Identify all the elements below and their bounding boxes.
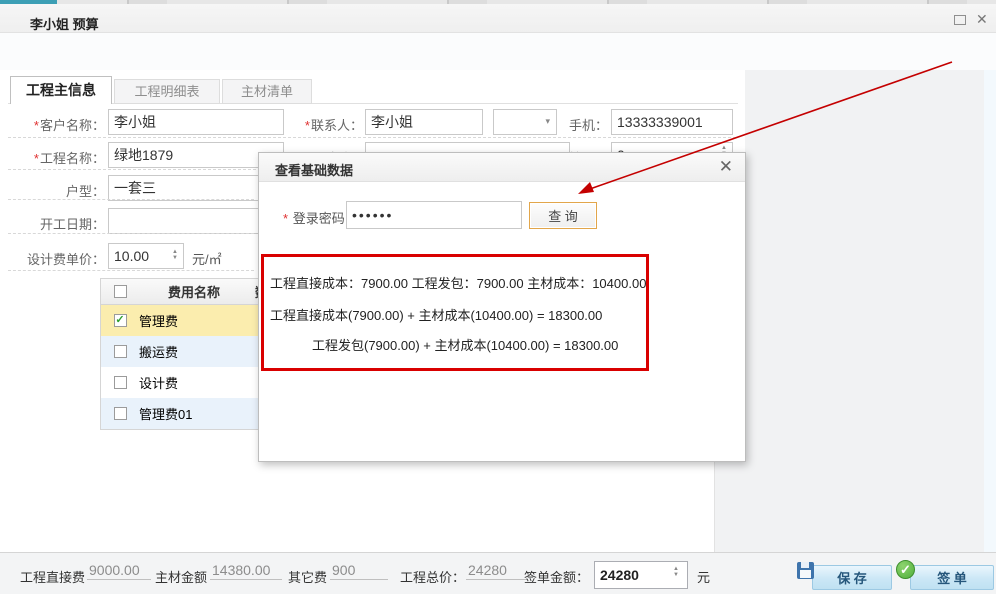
other-fee-value: 900 [330,562,388,580]
customer-name-input[interactable] [108,109,284,135]
row-divider [8,233,254,234]
material-amount-value: 14380.00 [210,562,282,580]
query-button[interactable]: 查 询 [529,202,597,229]
view-base-data-dialog: 查看基础数据 ✕ * 登录密码 查 询 工程直接成本：7900.00 工程发包：… [258,152,746,462]
total-price-value: 24280 [466,562,528,580]
header-checkbox-cell [101,285,139,298]
spin-down-icon[interactable]: ▼ [172,255,178,261]
tab-project-main-info[interactable]: 工程主信息 [10,76,112,104]
required-mark: * [34,151,39,166]
required-mark: * [34,118,39,133]
sign-check-icon: ✓ [896,560,915,579]
design-fee-spinner[interactable]: ▲▼ [169,249,181,261]
cost-summary-line: 工程直接成本：7900.00 工程发包：7900.00 主材成本：10400.0… [270,273,646,292]
right-edge-strip [984,70,996,552]
sign-button[interactable]: 签 单 [910,565,994,590]
row-divider [8,270,254,271]
sign-amount-spinner[interactable]: ▲▼ [670,566,682,578]
fee-name-cell: 设计费 [139,373,249,392]
design-fee-label: 设计费单价： [10,249,105,268]
design-fee-unit: 元/㎡ [192,249,222,268]
project-name-label: *工程名称： [15,148,105,167]
contact-input[interactable] [365,109,483,135]
fee-name-cell: 管理费01 [139,404,249,423]
fee-name-cell: 管理费 [139,311,249,330]
house-type-label: 户型： [15,181,105,200]
maximize-icon[interactable] [954,15,966,25]
required-mark: * [283,211,288,226]
total-price-label: 工程总价： [400,567,465,586]
customer-name-label: *客户名称： [15,115,105,134]
direct-fee-label: 工程直接费 [20,567,85,586]
phone-input[interactable] [611,109,733,135]
dialog-title: 查看基础数据 [275,160,353,179]
right-gray-area [745,70,996,552]
row-divider [8,199,254,200]
tab-project-detail[interactable]: 工程明细表 [114,79,220,104]
spin-down-icon[interactable]: ▼ [673,572,679,578]
app-window: 李小姐 预算 ✕ 预算报价 打印预算(明细) 打印预算(汇总) | 创建预算 提… [0,0,996,594]
select-all-checkbox[interactable] [114,285,127,298]
required-mark: * [305,118,310,133]
lower-right-gray-area [714,462,745,552]
dialog-close-icon[interactable]: ✕ [719,157,733,177]
material-amount-label: 主材金额 [155,567,207,586]
direct-cost-formula-line: 工程直接成本(7900.00) + 主材成本(10400.00) = 18300… [270,305,602,324]
contract-cost-formula-line: 工程发包(7900.00) + 主材成本(10400.00) = 18300.0… [312,335,618,354]
window-titlebar: 李小姐 预算 ✕ [0,4,996,33]
checkbox-unchecked[interactable] [114,376,127,389]
checkbox-unchecked[interactable] [114,407,127,420]
checkbox-checked-icon[interactable]: ✓ [114,314,127,327]
other-fee-label: 其它费 [288,567,327,586]
start-date-label: 开工日期： [15,214,105,233]
save-button[interactable]: 保 存 [812,565,892,590]
sign-unit: 元 [697,567,710,586]
login-password-input[interactable] [346,201,522,229]
annotation-red-box: 工程直接成本：7900.00 工程发包：7900.00 主材成本：10400.0… [261,254,649,371]
phone-label: 手机： [540,115,608,134]
save-floppy-icon [797,562,814,579]
checkbox-unchecked[interactable] [114,345,127,358]
header-band: 预算报价 打印预算(明细) 打印预算(汇总) | 创建预算 提取预算 | 存为模… [0,33,996,70]
login-password-label: * 登录密码 [283,208,345,227]
fee-name-cell: 搬运费 [139,342,249,361]
close-icon[interactable]: ✕ [976,11,988,28]
row-divider [8,137,736,138]
tab-material-list[interactable]: 主材清单 [222,79,312,104]
dialog-titlebar: 查看基础数据 ✕ [259,153,745,182]
sign-amount-label: 签单金额： [524,567,589,586]
window-title: 李小姐 预算 [30,14,99,33]
fee-name-header: 费用名称 [139,282,249,301]
direct-fee-value: 9000.00 [87,562,151,580]
footer-bar: 工程直接费 9000.00 主材金额 14380.00 其它费 900 工程总价… [0,552,996,594]
contact-label: *联系人： [282,115,363,134]
